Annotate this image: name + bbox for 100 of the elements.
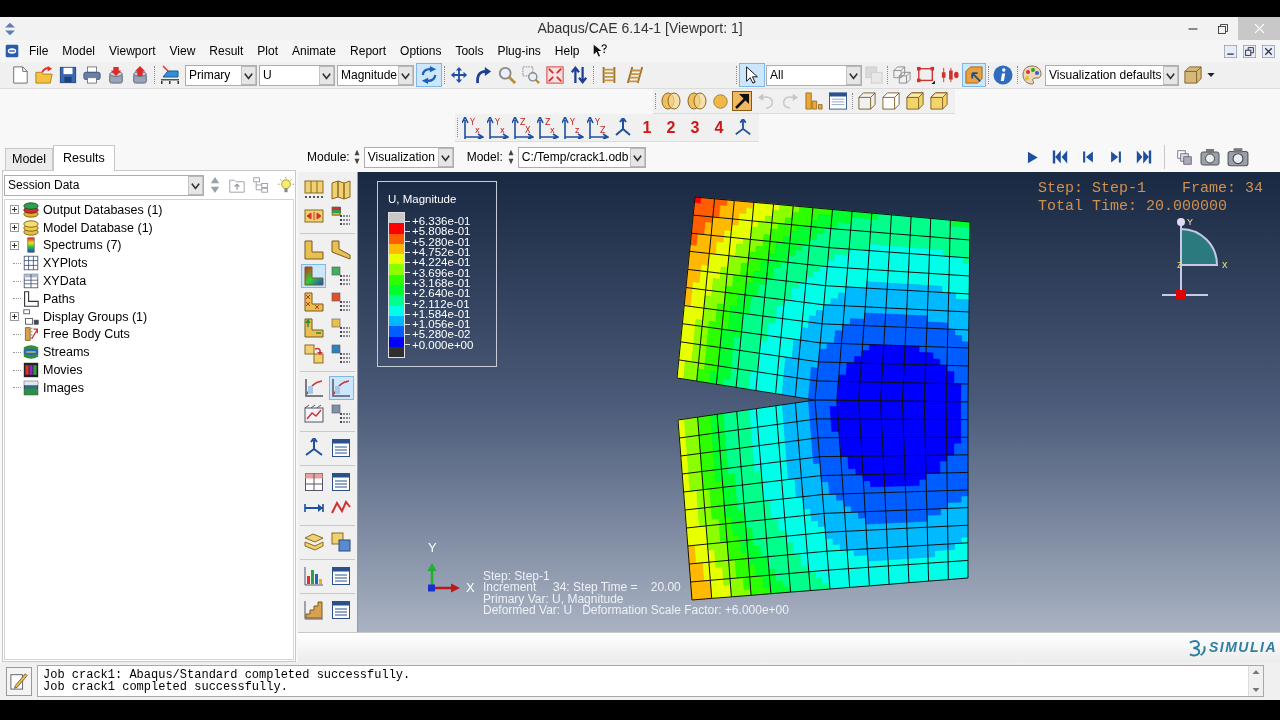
cube-icon[interactable] bbox=[1184, 66, 1202, 84]
mdi-restore-icon[interactable] bbox=[1243, 44, 1256, 58]
table-icon[interactable] bbox=[331, 438, 352, 458]
menu-item[interactable]: Viewport bbox=[102, 40, 163, 62]
last-frame-icon[interactable] bbox=[1136, 149, 1152, 165]
arrow-beam-icon[interactable] bbox=[303, 318, 324, 338]
ladder-icon[interactable] bbox=[600, 66, 618, 84]
expand-icon[interactable] bbox=[10, 312, 19, 322]
expand-icon[interactable] bbox=[10, 205, 19, 215]
layers-list-icon[interactable] bbox=[331, 206, 352, 226]
l-shape-icon[interactable] bbox=[23, 290, 39, 307]
mdi-minimize-icon[interactable] bbox=[1224, 44, 1237, 58]
window-icon[interactable] bbox=[829, 92, 847, 110]
tree-item-label[interactable]: Spectrums (7) bbox=[43, 237, 122, 254]
chevron-down-icon[interactable] bbox=[398, 65, 413, 85]
menu-item[interactable]: Model bbox=[55, 40, 103, 62]
table-icon[interactable] bbox=[331, 472, 352, 492]
menu-item[interactable]: Plot bbox=[250, 40, 285, 62]
axes-icon[interactable] bbox=[734, 118, 752, 137]
wire-cube-icon[interactable] bbox=[858, 92, 876, 110]
camera-icon[interactable] bbox=[1227, 146, 1249, 168]
table-icon[interactable] bbox=[331, 566, 352, 586]
invariant-select[interactable]: Magnitude bbox=[337, 64, 414, 86]
data-table-icon[interactable] bbox=[23, 273, 39, 290]
table-icon[interactable] bbox=[331, 600, 352, 620]
marked-list-icon[interactable] bbox=[331, 292, 352, 312]
stream-icon[interactable] bbox=[23, 344, 39, 361]
fit-view-icon[interactable] bbox=[546, 66, 564, 84]
layered-list-icon[interactable] bbox=[331, 344, 352, 364]
squares-icon[interactable] bbox=[23, 308, 39, 325]
pan-icon[interactable] bbox=[450, 66, 468, 84]
mdi-close-icon[interactable] bbox=[1262, 44, 1275, 58]
slanted-ladder-icon[interactable] bbox=[626, 66, 644, 84]
tree-item-label[interactable]: Images bbox=[43, 379, 84, 396]
double-arrow-icon[interactable] bbox=[3, 21, 17, 36]
picture-icon[interactable] bbox=[23, 379, 39, 396]
print-icon[interactable] bbox=[83, 66, 101, 84]
chevron-down-icon[interactable] bbox=[319, 65, 334, 85]
tree-item-label[interactable]: Paths bbox=[43, 290, 75, 307]
folded-tiles-icon[interactable] bbox=[331, 180, 352, 200]
blocks-arrow-icon[interactable] bbox=[303, 344, 324, 364]
tree-structure-icon[interactable] bbox=[253, 177, 269, 193]
menu-item[interactable]: Tools bbox=[448, 40, 491, 62]
overlap-circles-icon[interactable] bbox=[687, 91, 707, 111]
next-frame-icon[interactable] bbox=[1109, 150, 1123, 164]
circle-icon[interactable] bbox=[712, 93, 728, 109]
chevron-down-icon[interactable] bbox=[629, 147, 645, 167]
overlap-circles-icon[interactable] bbox=[661, 91, 681, 111]
tree-item-label[interactable]: Free Body Cuts bbox=[43, 326, 130, 343]
variable-select[interactable]: U bbox=[259, 64, 335, 86]
menu-item[interactable]: Animate bbox=[285, 40, 344, 62]
view-number-button[interactable]: 3 bbox=[683, 117, 707, 138]
database-stack-icon[interactable] bbox=[23, 201, 39, 218]
tree-item-label[interactable]: XYData bbox=[43, 273, 87, 290]
database-icon[interactable] bbox=[23, 219, 39, 236]
tree-item-label[interactable]: Output Databases (1) bbox=[43, 201, 163, 218]
model-select[interactable]: C:/Temp/crack1.odb bbox=[517, 146, 646, 168]
marked-beam-icon[interactable] bbox=[303, 292, 324, 312]
view-number-button[interactable]: 2 bbox=[659, 117, 683, 138]
tree-item-label[interactable]: XYPlots bbox=[43, 255, 88, 272]
menu-window-icon[interactable] bbox=[5, 44, 19, 58]
camera-icon[interactable] bbox=[1200, 147, 1220, 167]
new-file-icon[interactable] bbox=[11, 66, 29, 84]
swap-arrows-icon[interactable] bbox=[570, 66, 588, 84]
light-bulb-icon[interactable] bbox=[278, 177, 294, 193]
play-icon[interactable] bbox=[1025, 150, 1039, 164]
corner-handles-rect-icon[interactable] bbox=[917, 66, 935, 84]
node-points-icon[interactable] bbox=[941, 66, 959, 84]
display-defaults-select[interactable]: Visualization defaults bbox=[1045, 64, 1179, 86]
bent-beam-icon[interactable] bbox=[331, 240, 352, 260]
menu-item[interactable]: Report bbox=[343, 40, 394, 62]
grid-icon[interactable] bbox=[23, 255, 39, 272]
wire-boxes-icon[interactable] bbox=[893, 66, 911, 84]
panel-tab[interactable]: Model bbox=[5, 148, 54, 170]
slope-ruler-icon[interactable] bbox=[160, 65, 180, 85]
curve-chart-icon[interactable] bbox=[303, 378, 324, 398]
chevron-down-icon[interactable] bbox=[437, 147, 453, 167]
panel-tab[interactable]: Results bbox=[53, 145, 115, 171]
tree-item-label[interactable]: Model Database (1) bbox=[43, 219, 153, 236]
view-number-button[interactable]: 1 bbox=[635, 117, 659, 138]
shaded-cube-icon[interactable] bbox=[930, 92, 948, 110]
chevron-down-icon[interactable] bbox=[1163, 65, 1178, 85]
tree-item-label[interactable]: Streams bbox=[43, 344, 90, 361]
session-select[interactable]: Session Data bbox=[4, 174, 204, 196]
stacked-tiles-icon[interactable] bbox=[303, 532, 324, 552]
step-select[interactable]: Primary bbox=[185, 64, 257, 86]
hidden-cube-icon[interactable] bbox=[882, 92, 900, 110]
menu-item[interactable]: View bbox=[162, 40, 203, 62]
step-chart-icon[interactable] bbox=[303, 600, 324, 620]
folder-up-icon[interactable] bbox=[229, 177, 245, 193]
previous-frame-icon[interactable] bbox=[1081, 150, 1095, 164]
cursor-question-icon[interactable] bbox=[592, 44, 607, 58]
framed-line-chart-icon[interactable] bbox=[303, 404, 324, 424]
database-down-icon[interactable] bbox=[107, 66, 125, 84]
overlap-tiles-icon[interactable] bbox=[331, 532, 352, 552]
layers-icon[interactable] bbox=[1176, 149, 1192, 165]
menu-item[interactable]: Result bbox=[202, 40, 251, 62]
bars-icon[interactable] bbox=[805, 92, 823, 110]
arrow-pointer-icon[interactable] bbox=[732, 91, 752, 111]
restore-icon[interactable] bbox=[1218, 23, 1228, 34]
